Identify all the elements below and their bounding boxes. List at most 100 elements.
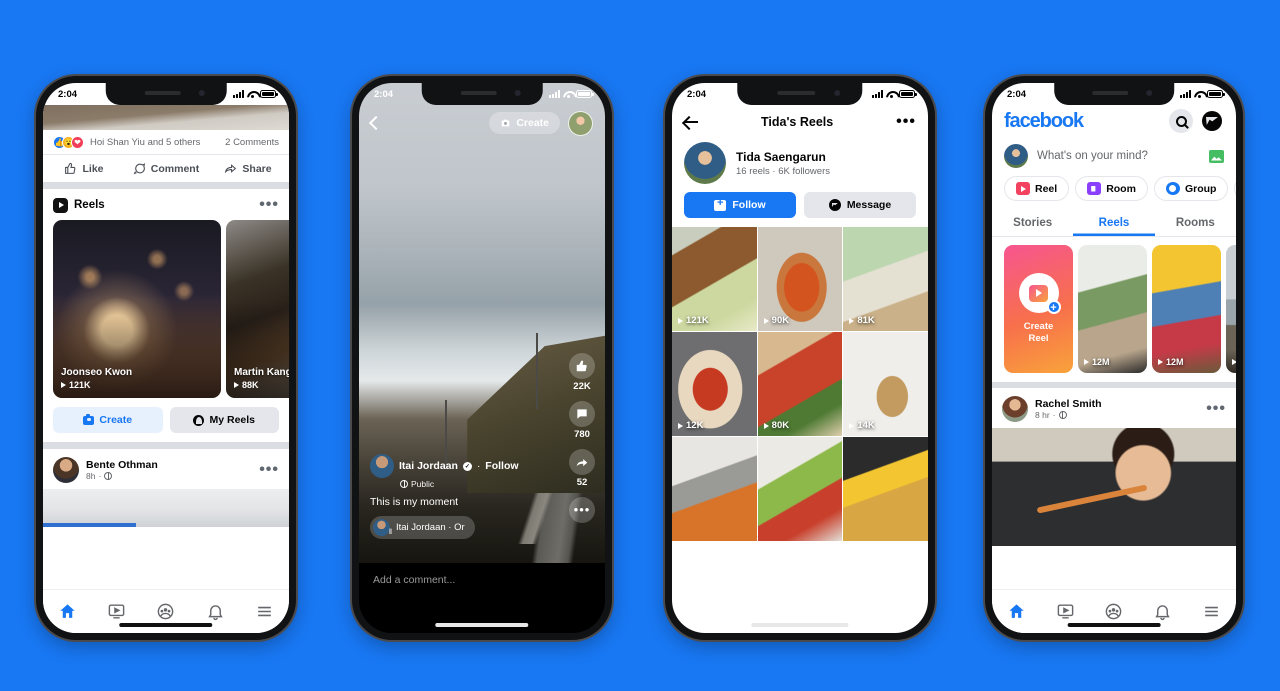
phone-3-reels-profile: 2:04 Tida's Reels ••• Tida Saengarun 16 … bbox=[665, 76, 935, 640]
cellular-signal-icon bbox=[872, 90, 883, 98]
create-button[interactable]: Create bbox=[489, 112, 560, 134]
like-label: Like bbox=[82, 162, 104, 175]
avatar[interactable] bbox=[684, 142, 726, 184]
wifi-icon bbox=[1194, 90, 1204, 98]
play-icon bbox=[678, 422, 683, 429]
create-reel-card[interactable]: + Create Reel bbox=[1004, 245, 1073, 373]
status-time: 2:04 bbox=[687, 88, 707, 100]
verified-badge-icon: ✓ bbox=[462, 461, 472, 471]
reel-grid-item[interactable] bbox=[757, 437, 843, 541]
post-author[interactable]: Bente Othman bbox=[86, 459, 252, 471]
nav-groups[interactable] bbox=[156, 602, 175, 621]
nav-watch[interactable] bbox=[107, 602, 126, 621]
reel-grid-item[interactable] bbox=[843, 437, 928, 541]
create-label: Create bbox=[516, 117, 549, 129]
like-button[interactable]: Like bbox=[43, 155, 125, 182]
comment-button[interactable]: Comment bbox=[125, 155, 207, 182]
reel-card[interactable]: 12M bbox=[1226, 245, 1236, 373]
post-time: 8h bbox=[86, 471, 96, 481]
play-icon bbox=[1158, 359, 1163, 365]
reel-grid-item[interactable]: 12K bbox=[672, 332, 757, 436]
post-author[interactable]: Rachel Smith bbox=[1035, 398, 1199, 410]
header-menu[interactable]: ••• bbox=[896, 113, 916, 131]
reel-views: 80K bbox=[771, 420, 790, 431]
avatar[interactable] bbox=[1004, 144, 1028, 168]
thumbs-up-icon bbox=[65, 162, 76, 174]
post-action-bar: Like Comment Share bbox=[43, 154, 289, 182]
reel-grid-item[interactable]: 81K bbox=[843, 227, 928, 331]
avatar[interactable] bbox=[1002, 396, 1028, 422]
photo-icon[interactable] bbox=[1209, 149, 1224, 163]
like-button[interactable] bbox=[569, 353, 595, 379]
share-button[interactable] bbox=[569, 449, 595, 475]
reel-card[interactable]: Joonseo Kwon 121K bbox=[53, 220, 221, 398]
tab-stories[interactable]: Stories bbox=[992, 209, 1073, 236]
avatar[interactable] bbox=[370, 454, 394, 478]
post-menu[interactable]: ••• bbox=[1206, 400, 1226, 418]
phone3-screen: 2:04 Tida's Reels ••• Tida Saengarun 16 … bbox=[672, 83, 928, 633]
arrow-left-icon[interactable] bbox=[684, 115, 698, 129]
messenger-button[interactable] bbox=[1200, 109, 1224, 133]
chip-label: Group bbox=[1184, 182, 1217, 195]
person-icon bbox=[193, 414, 205, 426]
reel-card[interactable]: 12M bbox=[1152, 245, 1221, 373]
nav-groups[interactable] bbox=[1104, 602, 1123, 621]
share-button[interactable]: Share bbox=[207, 155, 289, 182]
post-image[interactable] bbox=[992, 428, 1236, 546]
nav-watch[interactable] bbox=[1056, 602, 1075, 621]
search-button[interactable] bbox=[1169, 109, 1193, 133]
avatar[interactable] bbox=[53, 457, 79, 483]
reel-grid-item[interactable]: 90K bbox=[757, 227, 843, 331]
chip-room[interactable]: Room bbox=[1075, 176, 1148, 201]
nav-menu[interactable] bbox=[255, 602, 274, 621]
cellular-signal-icon bbox=[549, 90, 560, 98]
reel-grid-item[interactable] bbox=[672, 437, 757, 541]
create-reel-button[interactable]: Create bbox=[53, 407, 163, 433]
chip-live[interactable]: Live bbox=[1234, 176, 1236, 201]
follow-link[interactable]: Follow bbox=[485, 460, 518, 472]
tab-reels[interactable]: Reels bbox=[1073, 209, 1154, 236]
play-icon bbox=[763, 317, 769, 324]
chip-reel[interactable]: Reel bbox=[1004, 176, 1070, 201]
reel-top-bar: Create bbox=[359, 105, 605, 141]
bell-icon bbox=[1155, 605, 1170, 621]
reels-section-menu[interactable]: ••• bbox=[259, 196, 279, 214]
profile-name: Tida Saengarun bbox=[736, 149, 826, 164]
reel-grid-item[interactable]: 80K bbox=[757, 332, 843, 436]
reels-tray[interactable]: Joonseo Kwon 121K Martin Kang 88K bbox=[43, 220, 289, 398]
follow-button[interactable]: Follow bbox=[684, 192, 796, 218]
nav-notifications[interactable] bbox=[1153, 602, 1172, 621]
notch bbox=[421, 83, 543, 105]
reel-action-rail: 22K 780 52 ••• bbox=[569, 353, 595, 523]
phone-2-reel-player: 2:04 Create 22K 780 52 ••• Itai Jordaan … bbox=[352, 76, 612, 640]
more-button[interactable]: ••• bbox=[569, 497, 595, 523]
chevron-left-icon[interactable] bbox=[368, 115, 384, 131]
message-button[interactable]: Message bbox=[804, 192, 916, 218]
reaction-names[interactable]: Hoi Shan Yiu and 5 others bbox=[90, 137, 200, 148]
reel-grid-item[interactable]: 121K bbox=[672, 227, 757, 331]
post-menu[interactable]: ••• bbox=[259, 461, 279, 479]
play-icon bbox=[678, 317, 683, 324]
reel-views: 81K bbox=[857, 315, 875, 326]
reel-card[interactable]: 12M bbox=[1078, 245, 1147, 373]
reel-views: 12M bbox=[1166, 357, 1184, 367]
comment-button[interactable] bbox=[569, 401, 595, 427]
reel-author[interactable]: Itai Jordaan bbox=[399, 460, 458, 472]
nav-menu[interactable] bbox=[1202, 602, 1221, 621]
tab-rooms[interactable]: Rooms bbox=[1155, 209, 1236, 236]
nav-notifications[interactable] bbox=[206, 602, 225, 621]
comment-count[interactable]: 2 Comments bbox=[225, 137, 279, 148]
composer-placeholder: What's on your mind? bbox=[1037, 150, 1148, 162]
nav-home[interactable] bbox=[1007, 602, 1026, 621]
share-arrow-icon bbox=[576, 459, 588, 467]
nav-home[interactable] bbox=[58, 602, 77, 621]
avatar[interactable] bbox=[568, 110, 593, 136]
audio-attribution-chip[interactable]: ⦀ Itai Jordaan · Or bbox=[370, 516, 475, 539]
my-reels-button[interactable]: My Reels bbox=[169, 407, 279, 433]
reels-carousel[interactable]: + Create Reel 12M 12M 12M bbox=[992, 237, 1236, 382]
reel-card[interactable]: Martin Kang 88K bbox=[226, 220, 289, 398]
comment-bubble-icon bbox=[133, 163, 145, 175]
chip-group[interactable]: Group bbox=[1153, 176, 1229, 201]
status-composer[interactable]: What's on your mind? bbox=[992, 139, 1236, 176]
reel-grid-item[interactable]: 14K bbox=[843, 332, 928, 436]
